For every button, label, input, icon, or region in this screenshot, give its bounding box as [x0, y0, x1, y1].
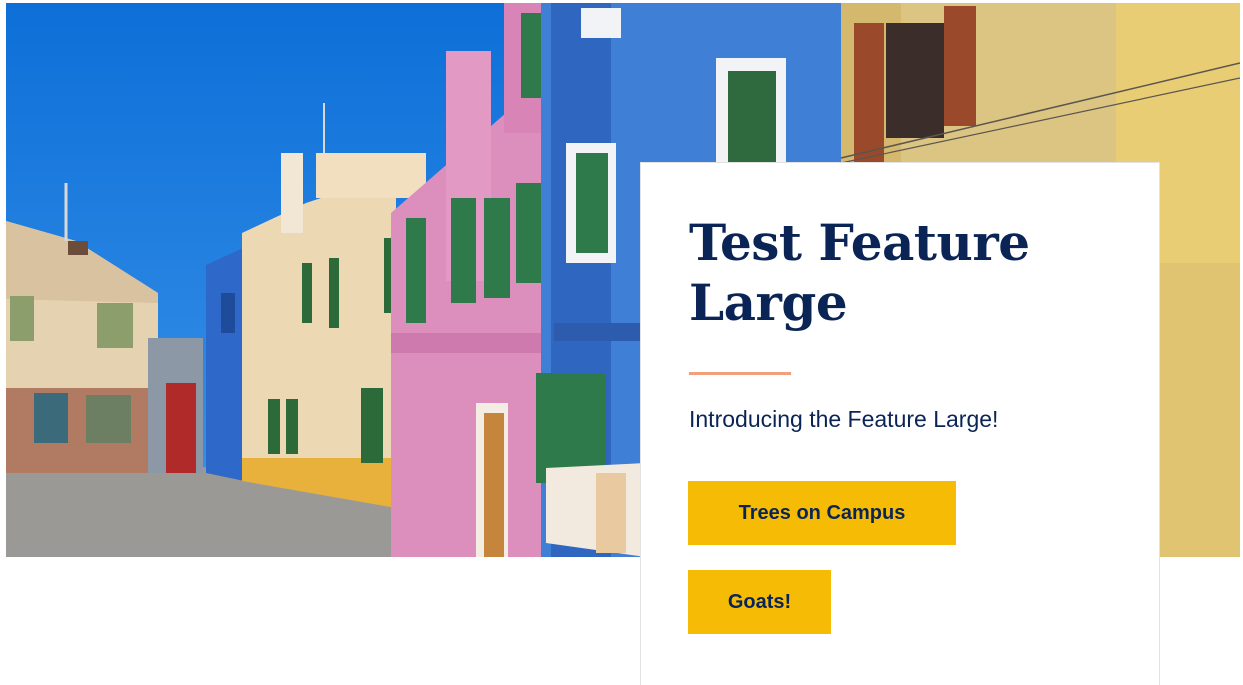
feature-subtitle: Introducing the Feature Large! [689, 406, 999, 432]
trees-on-campus-button[interactable]: Trees on Campus [688, 481, 956, 545]
accent-divider [689, 372, 791, 375]
feature-title: Test Feature Large [689, 213, 1030, 332]
goats-button[interactable]: Goats! [688, 570, 831, 634]
feature-card: Test Feature Large Introducing the Featu… [640, 162, 1160, 685]
